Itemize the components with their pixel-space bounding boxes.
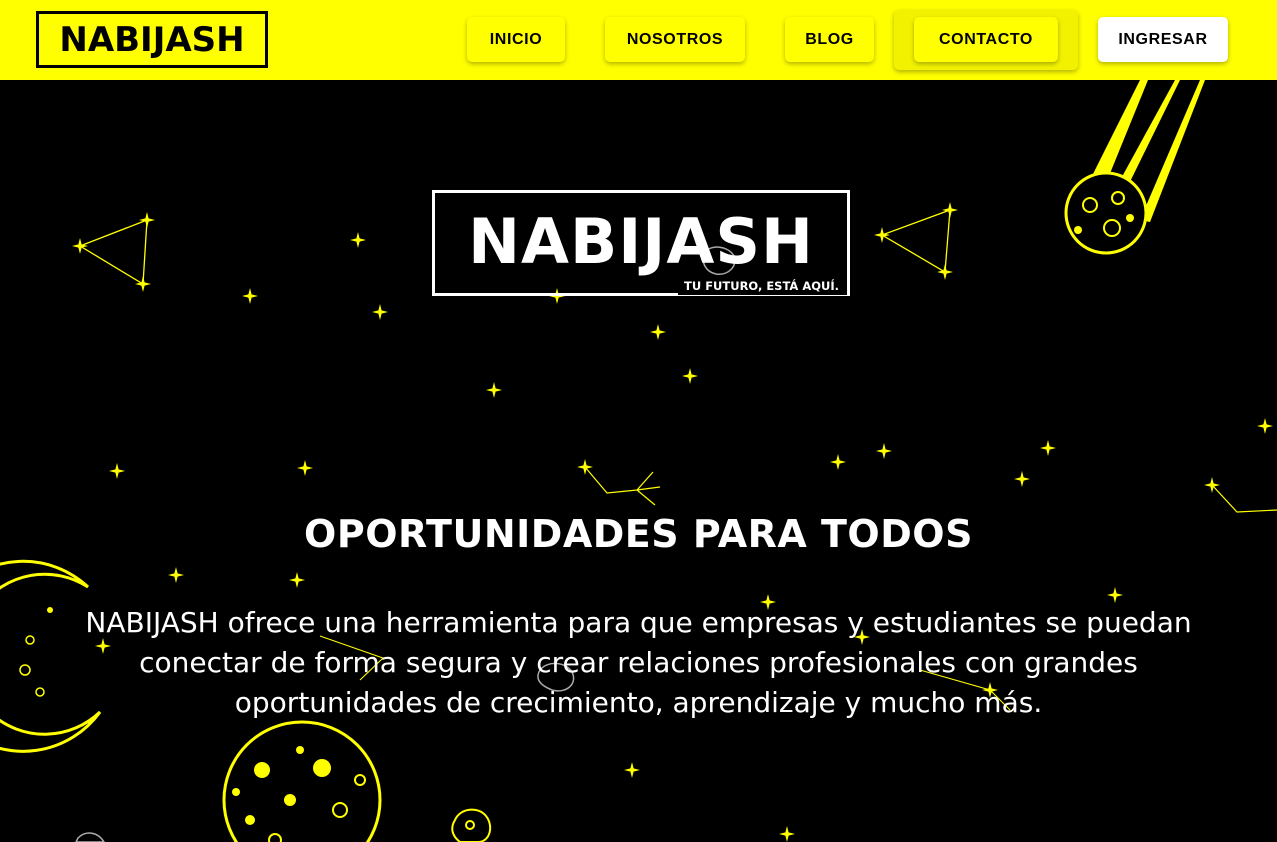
hero-logo-tagline: TU FUTURO, ESTÁ AQUÍ.: [678, 277, 847, 295]
star-icon: [168, 567, 184, 583]
constellation-icon: [584, 466, 661, 506]
star-icon: [876, 443, 892, 459]
star-icon: [779, 826, 795, 842]
nav-inicio-button[interactable]: INICIO: [467, 17, 565, 62]
hero-title: OPORTUNIDADES PARA TODOS: [304, 512, 973, 556]
star-icon: [1107, 587, 1123, 603]
star-icon: [624, 762, 640, 778]
comet-icon: [1064, 80, 1205, 255]
star-icon: [289, 572, 305, 588]
star-icon: [297, 460, 313, 476]
asteroid-icon: [451, 808, 492, 842]
nav-blog-button[interactable]: BLOG: [785, 17, 874, 62]
star-icon: [372, 304, 388, 320]
hero-description: NABIJASH ofrece una herramienta para que…: [85, 606, 1192, 719]
constellation-icon: [79, 219, 148, 286]
star-icon: [577, 459, 593, 475]
star-icon: [72, 238, 88, 254]
planet-icon: [222, 720, 382, 842]
nav-contacto-button[interactable]: CONTACTO: [914, 17, 1058, 62]
star-icon: [830, 454, 846, 470]
star-icon: [937, 264, 953, 280]
navbar: NABIJASH INICIO NOSOTROS BLOG CONTACTO I…: [0, 0, 1277, 80]
login-button[interactable]: INGRESAR: [1098, 17, 1228, 62]
star-icon: [109, 463, 125, 479]
star-icon: [135, 276, 151, 292]
star-icon: [1014, 471, 1030, 487]
star-icon: [1040, 440, 1056, 456]
star-icon: [242, 288, 258, 304]
constellation-icon: [1211, 484, 1277, 513]
hero-logo-text: NABIJASH: [468, 205, 814, 278]
star-icon: [942, 202, 958, 218]
star-icon: [874, 227, 890, 243]
star-icon: [350, 232, 366, 248]
star-icon: [650, 324, 666, 340]
hero-logo: NABIJASH TU FUTURO, ESTÁ AQUÍ.: [432, 190, 850, 296]
star-icon: [139, 212, 155, 228]
star-icon: [682, 368, 698, 384]
hero-section: NABIJASH TU FUTURO, ESTÁ AQUÍ. OPORTUNID…: [0, 80, 1277, 842]
nav-nosotros-button[interactable]: NOSOTROS: [605, 17, 745, 62]
constellation-icon: [881, 209, 951, 274]
brand-logo[interactable]: NABIJASH: [36, 11, 268, 68]
star-icon: [486, 382, 502, 398]
star-icon: [1257, 418, 1273, 434]
